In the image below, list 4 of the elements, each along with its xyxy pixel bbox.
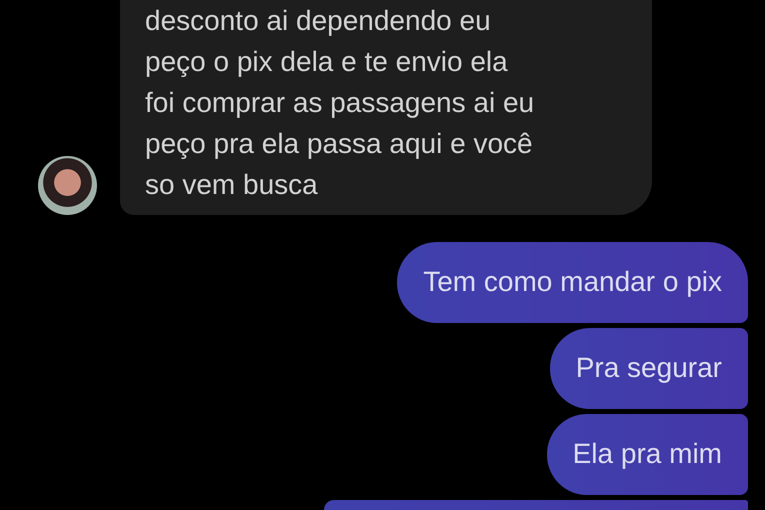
message-bubble: Tem como mandar o pix: [397, 242, 748, 323]
message-bubble: desconto ai dependendo eu peço o pix dela e te envio ela foi comprar as passagens ai eu peço pra ela passa aqui e você so vem busca: [120, 0, 652, 215]
message-bubble: Ela pra mim: [546, 414, 748, 495]
message-bubble: Pra segurar: [550, 328, 748, 409]
